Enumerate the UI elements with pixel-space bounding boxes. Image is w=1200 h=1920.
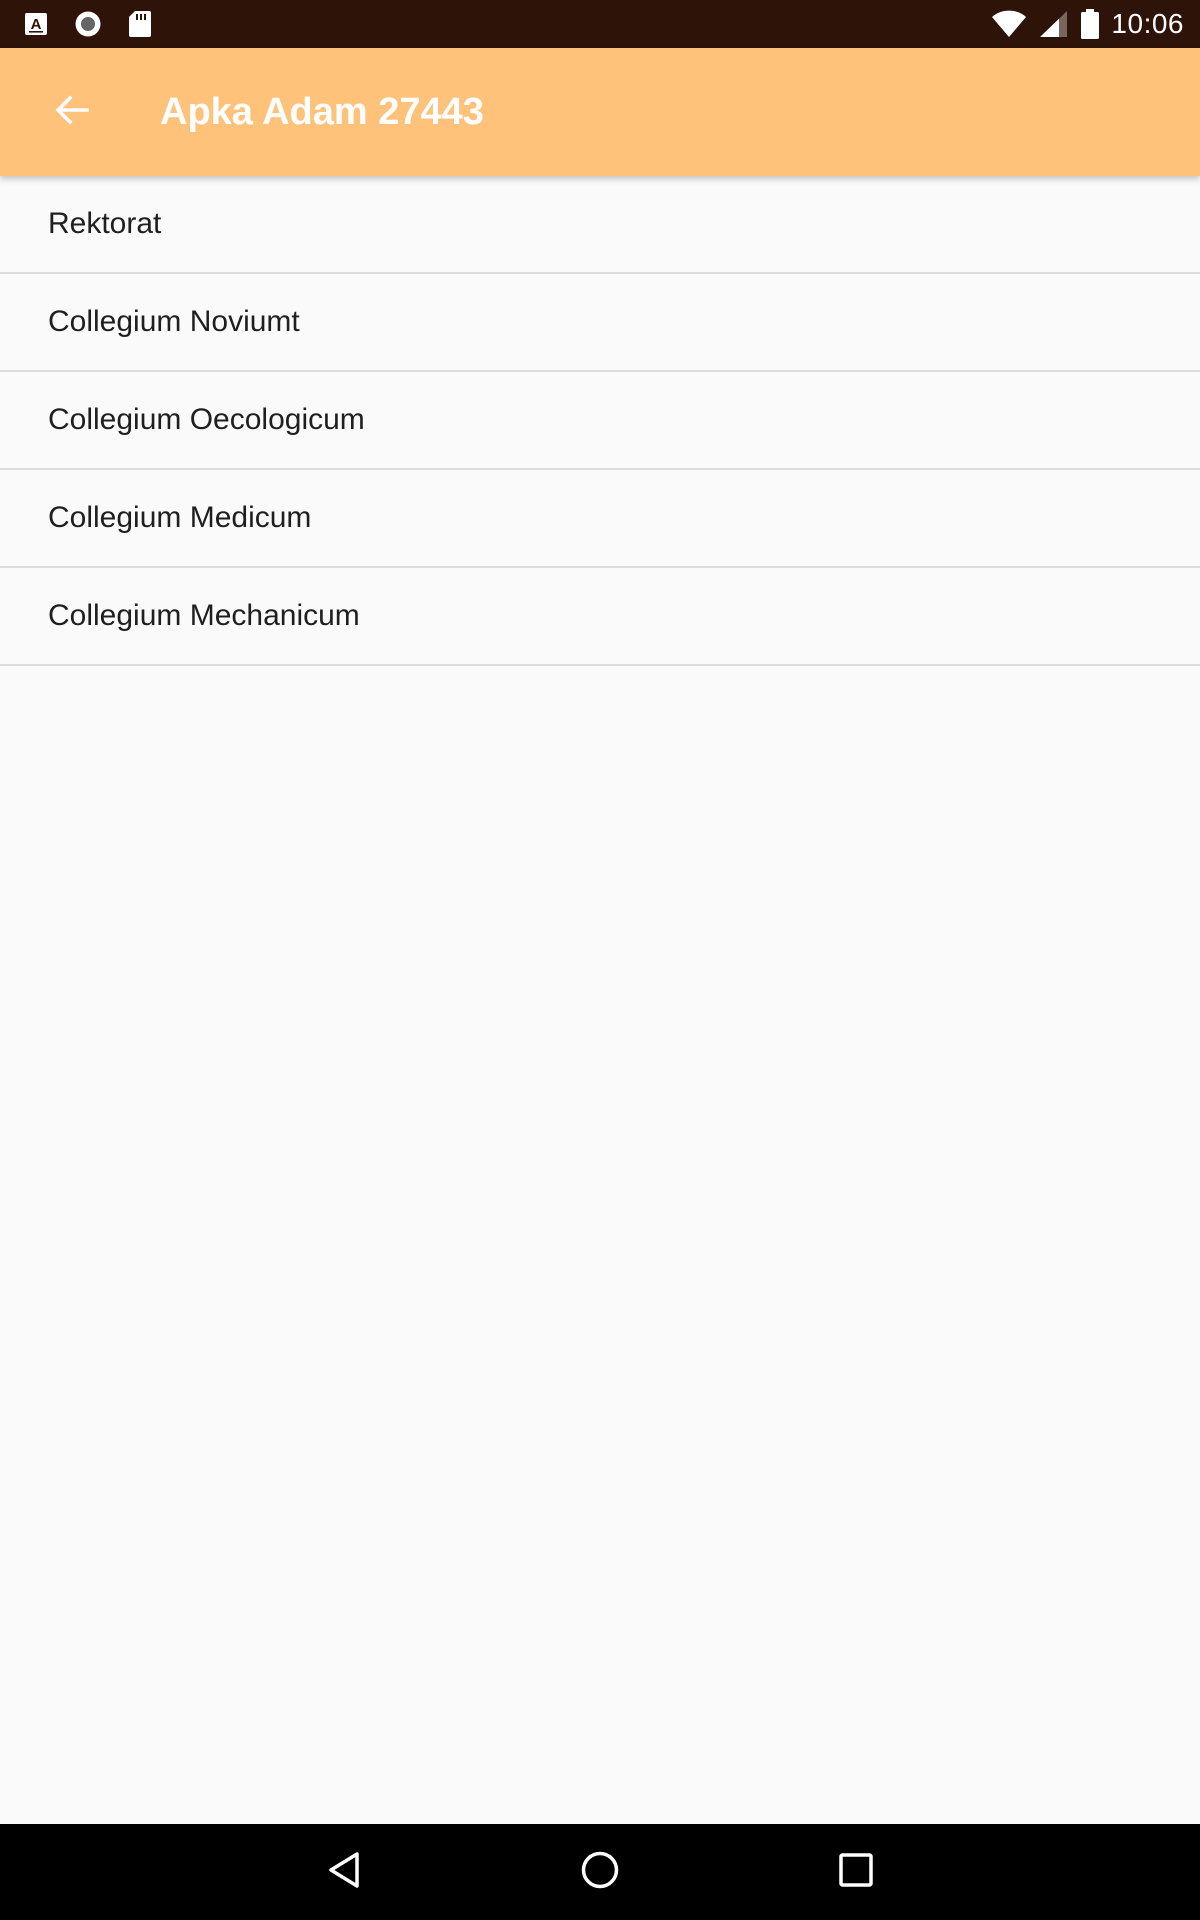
list-item-label: Collegium Mechanicum <box>48 599 360 632</box>
record-icon <box>74 10 102 38</box>
navigation-bar <box>0 1824 1200 1920</box>
nav-home-button[interactable] <box>568 1840 632 1904</box>
app-bar: Apka Adam 27443 <box>0 48 1200 176</box>
back-button[interactable] <box>40 80 104 144</box>
status-bar-notifications: A <box>24 10 152 38</box>
svg-text:A: A <box>31 16 42 33</box>
list-item[interactable]: Collegium Medicum <box>0 470 1200 568</box>
list-item[interactable]: Rektorat <box>0 176 1200 274</box>
page-title: Apka Adam 27443 <box>160 91 484 133</box>
nav-back-icon <box>324 1850 364 1895</box>
list-item-label: Rektorat <box>48 207 162 240</box>
nav-back-button[interactable] <box>312 1840 376 1904</box>
location-list: Rektorat Collegium Noviumt Collegium Oec… <box>0 176 1200 666</box>
list-item-label: Collegium Noviumt <box>48 305 300 338</box>
list-item-label: Collegium Oecologicum <box>48 403 365 436</box>
battery-icon <box>1081 9 1100 39</box>
status-time: 10:06 <box>1111 8 1184 39</box>
arrow-back-icon <box>54 92 90 133</box>
nav-recents-icon <box>838 1852 874 1893</box>
text-a-icon: A <box>24 12 48 36</box>
screen: A 10:06 Apka Adam 27443 Rektorat Collegi… <box>0 0 1200 1920</box>
list-item[interactable]: Collegium Oecologicum <box>0 372 1200 470</box>
status-bar-system: 10:06 <box>991 0 1184 48</box>
nav-recents-button[interactable] <box>824 1840 888 1904</box>
list-item[interactable]: Collegium Noviumt <box>0 274 1200 372</box>
sd-card-icon <box>128 10 152 38</box>
list-item-label: Collegium Medicum <box>48 501 312 534</box>
list-item[interactable]: Collegium Mechanicum <box>0 568 1200 666</box>
nav-home-icon <box>580 1850 620 1895</box>
status-bar: A 10:06 <box>0 0 1200 48</box>
signal-icon <box>1039 10 1069 38</box>
wifi-icon <box>991 10 1027 38</box>
